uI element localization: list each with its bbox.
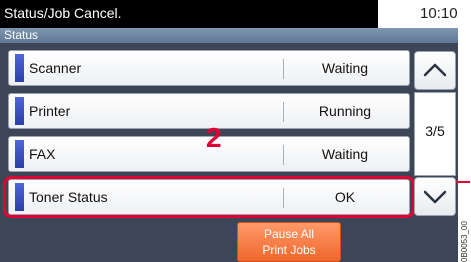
row-divider (283, 145, 284, 165)
scroll-up-button[interactable] (414, 51, 456, 90)
device-state: Waiting (321, 146, 369, 162)
callout-leader-line (456, 181, 470, 183)
row-divider (283, 59, 284, 79)
status-subheader: Status (0, 28, 458, 43)
row-accent (15, 54, 24, 82)
title-background: Status/Job Cancel. (0, 0, 378, 28)
status-row-scanner[interactable]: Scanner Waiting (8, 50, 410, 86)
screen-title: Status/Job Cancel. (4, 5, 122, 21)
page-number: 3/5 (425, 123, 445, 139)
page-indicator: 3/5 (414, 92, 456, 176)
scroll-down-button[interactable] (414, 177, 456, 216)
title-bar: Status/Job Cancel. 10:10 (0, 0, 471, 28)
step-callout-number: 2 (206, 122, 222, 153)
pause-label-line1: Pause All (263, 227, 315, 241)
device-state: Running (318, 103, 372, 119)
chevron-down-icon (423, 190, 447, 204)
row-divider (283, 102, 284, 122)
bottom-bar (0, 223, 458, 262)
row-accent (15, 97, 24, 125)
figure-code: 0B0053_00 (460, 221, 469, 262)
clock-time: 10:10 (420, 5, 458, 22)
subheader-label: Status (4, 28, 39, 42)
highlight-frame (3, 176, 415, 218)
device-name: Printer (29, 103, 71, 119)
row-accent (15, 140, 24, 168)
device-name: FAX (29, 146, 56, 162)
device-state: Waiting (321, 60, 369, 76)
pause-all-print-jobs-button[interactable]: Pause All Print Jobs (237, 222, 341, 262)
chevron-up-icon (423, 63, 447, 77)
pause-label-line2: Print Jobs (262, 243, 316, 257)
device-name: Scanner (29, 60, 82, 76)
